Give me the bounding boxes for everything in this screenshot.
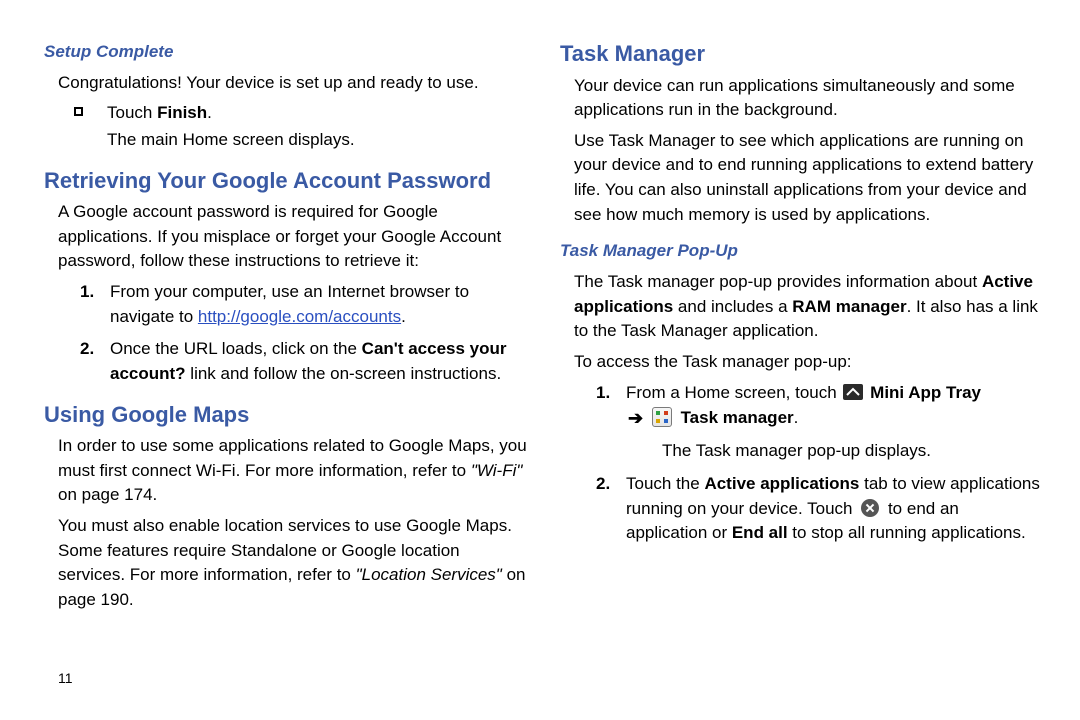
tm-p2: Use Task Manager to see which applicatio… [560, 129, 1044, 228]
heading-retrieve-password: Retrieving Your Google Account Password [44, 167, 528, 195]
heading-task-manager-popup: Task Manager Pop-Up [560, 239, 1044, 264]
right-column: Task Manager Your device can run applica… [560, 40, 1052, 619]
page-number: 11 [58, 668, 73, 688]
popup-intro-prefix: The Task manager pop-up provides informa… [574, 272, 982, 291]
popup-intro-mid: and includes a [673, 297, 792, 316]
arrow-right-icon: ➔ [628, 405, 643, 431]
retrieve-steps: 1. From your computer, use an Internet b… [44, 280, 528, 387]
popup-steps: 1. From a Home screen, touch Mini App Tr… [560, 381, 1044, 546]
bullet-text: Touch Finish. [107, 101, 528, 126]
step-text: Once the URL loads, click on the Can't a… [110, 337, 528, 386]
heading-task-manager: Task Manager [560, 40, 1044, 68]
step-text: From a Home screen, touch Mini App Tray … [626, 381, 1044, 432]
step1-prefix: From a Home screen, touch [626, 383, 841, 402]
maps-p1-suffix: on page 174. [58, 485, 157, 504]
location-services-ref: "Location Services" [356, 565, 502, 584]
step-number: 1. [596, 381, 626, 406]
heading-using-google-maps: Using Google Maps [44, 401, 528, 429]
step-number: 2. [596, 472, 626, 497]
touch-prefix: Touch [107, 103, 157, 122]
maps-p1: In order to use some applications relate… [44, 434, 528, 508]
touch-suffix: . [207, 103, 212, 122]
active-apps-tab-label: Active applications [704, 474, 859, 493]
popup-intro: The Task manager pop-up provides informa… [560, 270, 1044, 344]
end-all-label: End all [732, 523, 788, 542]
step-number: 1. [80, 280, 110, 305]
retrieve-step-1: 1. From your computer, use an Internet b… [80, 280, 528, 329]
manual-page: Setup Complete Congratulations! Your dev… [0, 0, 1080, 639]
maps-p1-prefix: In order to use some applications relate… [58, 436, 527, 480]
step-text: Touch the Active applications tab to vie… [626, 472, 1044, 546]
heading-setup-complete: Setup Complete [44, 40, 528, 65]
wifi-ref: "Wi-Fi" [471, 461, 523, 480]
step2-suffix: link and follow the on-screen instructio… [186, 364, 502, 383]
step-number: 2. [80, 337, 110, 362]
ram-manager-label: RAM manager [792, 297, 906, 316]
popup-step-1-sub: The Task manager pop-up displays. [596, 439, 1044, 464]
task-manager-icon [652, 407, 672, 427]
home-screen-note: The main Home screen displays. [44, 128, 528, 153]
retrieve-step-2: 2. Once the URL loads, click on the Can'… [80, 337, 528, 386]
google-accounts-link[interactable]: http://google.com/accounts [198, 307, 401, 326]
task-manager-label: Task manager [681, 408, 794, 427]
chevron-up-icon [843, 384, 863, 400]
finish-label: Finish [157, 103, 207, 122]
step-text: From your computer, use an Internet brow… [110, 280, 528, 329]
step2-prefix: Once the URL loads, click on the [110, 339, 362, 358]
popup-step-2: 2. Touch the Active applications tab to … [596, 472, 1044, 546]
setup-congrats-text: Congratulations! Your device is set up a… [44, 71, 528, 96]
popup-step-1: 1. From a Home screen, touch Mini App Tr… [596, 381, 1044, 432]
maps-p2: You must also enable location services t… [44, 514, 528, 613]
popup-access-text: To access the Task manager pop-up: [560, 350, 1044, 375]
close-circle-icon [861, 499, 879, 517]
retrieve-intro: A Google account password is required fo… [44, 200, 528, 274]
step1-suffix: . [794, 408, 799, 427]
tm-p1: Your device can run applications simulta… [560, 74, 1044, 123]
step1-suffix: . [401, 307, 406, 326]
square-bullet-icon [74, 107, 83, 116]
bullet-touch-finish: Touch Finish. [44, 101, 528, 126]
step2-prefix: Touch the [626, 474, 704, 493]
mini-app-tray-label: Mini App Tray [870, 383, 981, 402]
left-column: Setup Complete Congratulations! Your dev… [28, 40, 528, 619]
step2-suffix: to stop all running applications. [788, 523, 1026, 542]
